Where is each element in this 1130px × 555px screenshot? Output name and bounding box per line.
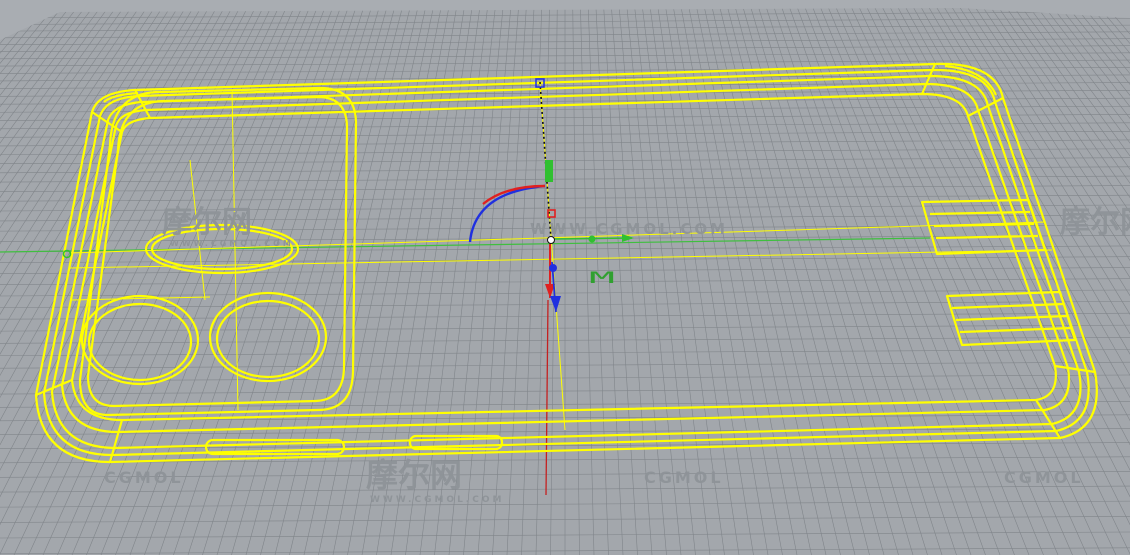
watermark-layer: 摩尔网 摩尔网 摩尔网 WWW.CGMOL.COM WWW.CGMOL.COM …: [104, 205, 1130, 505]
gumball-scale-handle-green[interactable]: [545, 160, 553, 182]
grid-line: [763, 0, 943, 555]
grid-line: [755, 0, 928, 555]
grid-line: [733, 0, 885, 555]
grid-line: [0, 0, 30, 35]
watermark-brand-bottom-left: CGMOL: [104, 468, 184, 487]
watermark-cn-left: 摩尔网: [162, 205, 252, 240]
grid-line: [0, 0, 91, 119]
viewport-canvas[interactable]: M 摩尔网 摩尔网 摩尔网 WWW.CGMOL.COM WWW.CGMOL.CO…: [0, 0, 1130, 555]
rhino-perspective-viewport[interactable]: M 摩尔网 摩尔网 摩尔网 WWW.CGMOL.COM WWW.CGMOL.CO…: [0, 0, 1130, 555]
watermark-cn-bottom: 摩尔网: [366, 456, 462, 494]
watermark-domain-center: WWW.CGMOL.COM: [530, 220, 728, 238]
watermark-brand-bottom-center: CGMOL: [644, 468, 724, 487]
grid-line: [0, 0, 61, 75]
grid-line: [1100, 0, 1130, 35]
world-y-axis: [545, 299, 549, 496]
watermark-cn-right: 摩尔网: [1060, 205, 1130, 240]
watermark-brand-bottom-right: CGMOL: [1004, 468, 1084, 487]
grid-line: [725, 0, 870, 555]
grid-line: [0, 0, 68, 85]
grid-line: [572, 0, 580, 555]
gumball-z-arrowhead: [550, 296, 561, 312]
gumball-label: M: [589, 268, 615, 287]
grid-line: [748, 0, 914, 555]
watermark-domain-bottom: WWW.CGMOL.COM: [370, 495, 504, 505]
watermark-domain-left: WWW.CGMOL.COM: [170, 239, 294, 248]
gumball-z-dot: [549, 264, 557, 272]
